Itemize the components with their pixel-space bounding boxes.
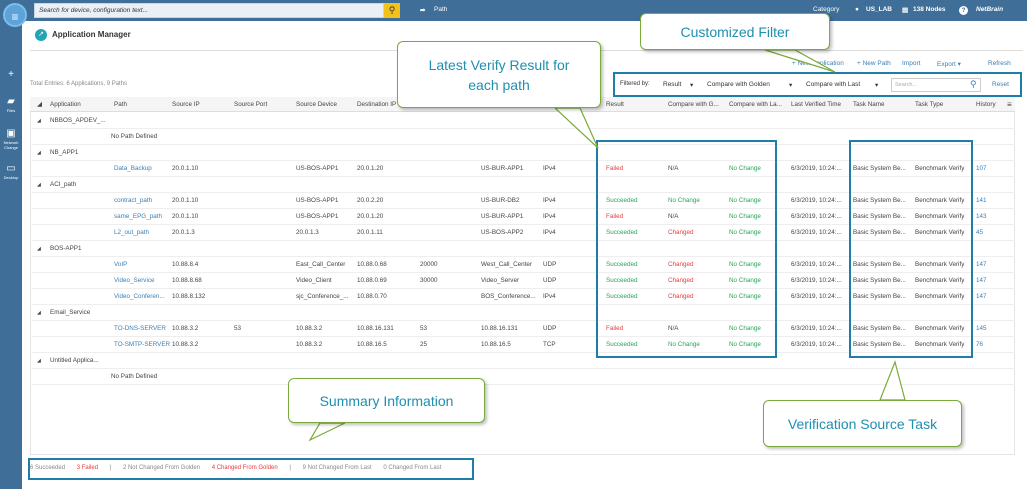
callout-verification-source-task: Verification Source Task (763, 400, 962, 447)
callout-customized-filter: Customized Filter (640, 13, 830, 50)
callout-summary-information: Summary Information (288, 378, 485, 423)
callout-latest-verify-result: Latest Verify Result for each path (397, 41, 601, 108)
